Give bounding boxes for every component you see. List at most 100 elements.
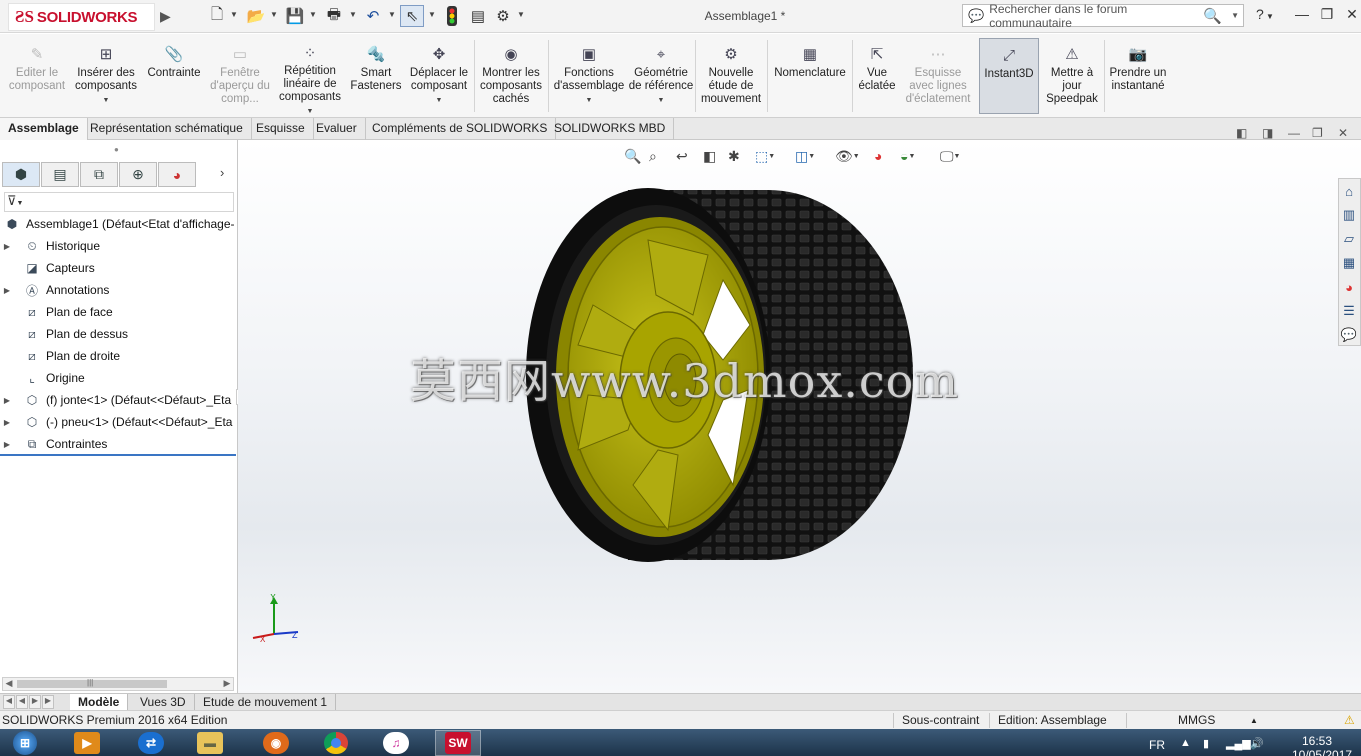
viewport-restore-icon[interactable]: ❐ xyxy=(1312,126,1323,140)
last-tab-icon[interactable]: ▶ xyxy=(42,695,54,709)
clock[interactable]: 16:53 10/05/2017 xyxy=(1292,734,1352,756)
tree-item-front-plane[interactable]: ⧄ Plan de face xyxy=(0,301,238,323)
exploded-view-button[interactable]: ⇱ Vue éclatée xyxy=(854,34,900,118)
tree-item-sensors[interactable]: ◪ Capteurs xyxy=(0,257,238,279)
expand-icon[interactable]: ▶ xyxy=(0,286,14,295)
home-icon[interactable]: ⌂ xyxy=(1339,181,1359,201)
display-style-icon[interactable]: ◫ ▼ xyxy=(795,146,815,166)
dropdown-arrow-icon[interactable]: ▼ xyxy=(436,94,443,107)
first-tab-icon[interactable]: ◀ xyxy=(3,695,15,709)
undo-icon[interactable]: ↶ xyxy=(362,5,384,27)
view-orientation-icon[interactable]: ⬚ ▼ xyxy=(755,146,775,166)
viewport-close-icon[interactable]: ✕ xyxy=(1338,126,1348,140)
smart-fasteners-button[interactable]: 🔩 Smart Fasteners xyxy=(347,34,405,118)
display-manager-icon[interactable]: ◕ xyxy=(158,162,196,187)
show-hidden-components-button[interactable]: ◉ Montrer les composants cachés xyxy=(476,34,546,118)
mate-button[interactable]: 📎 Contrainte xyxy=(141,34,207,118)
expand-icon[interactable]: ▶ xyxy=(0,418,14,427)
tab-evaluate[interactable]: Evaluer xyxy=(308,118,366,140)
dropdown-arrow-icon[interactable]: ▼ xyxy=(658,94,665,107)
viewport-minimize-icon[interactable]: — xyxy=(1288,126,1300,140)
select-icon[interactable]: ⇖ xyxy=(400,5,424,27)
prev-tab-icon[interactable]: ◀ xyxy=(16,695,28,709)
new-document-icon[interactable]: 🗋 xyxy=(207,5,227,27)
tree-item-history[interactable]: ▶ ⏲ Historique xyxy=(0,235,238,257)
volume-icon[interactable]: 🔊 xyxy=(1250,737,1264,750)
file-explorer-icon[interactable]: ▱ xyxy=(1339,229,1359,249)
undo-dropdown-icon[interactable]: ▼ xyxy=(388,10,396,19)
expand-icon[interactable]: ▶ xyxy=(0,440,14,449)
next-tab-icon[interactable]: ▶ xyxy=(29,695,41,709)
tree-filter[interactable]: ⊽▼ xyxy=(4,192,234,212)
take-snapshot-button[interactable]: 📷 Prendre un instantané xyxy=(1106,34,1170,118)
tab-motion-study[interactable]: Etude de mouvement 1 xyxy=(195,694,337,711)
dropdown-arrow-icon[interactable]: ▼ xyxy=(586,94,593,107)
apply-scene-icon[interactable]: ◒ ▼ xyxy=(900,146,915,166)
tree-item-annotations[interactable]: ▶ Ⓐ Annotations xyxy=(0,279,238,301)
custom-properties-icon[interactable]: ☰ xyxy=(1339,301,1359,321)
tree-item-rim[interactable]: ▶ ⬡ (f) jonte<1> (Défaut<<Défaut>_Eta xyxy=(0,389,238,411)
search-dropdown-icon[interactable]: ▼ xyxy=(1231,11,1243,20)
tree-item-tire[interactable]: ▶ ⬡ (-) pneu<1> (Défaut<<Défaut>_Eta xyxy=(0,411,238,433)
tab-schematic[interactable]: Représentation schématique xyxy=(82,118,252,140)
chrome-icon[interactable] xyxy=(313,730,359,756)
tree-item-right-plane[interactable]: ⧄ Plan de droite xyxy=(0,345,238,367)
file-properties-icon[interactable]: ▤ xyxy=(468,5,488,27)
tab-model[interactable]: Modèle xyxy=(70,694,129,711)
instant3d-button[interactable]: ⤢ Instant3D xyxy=(979,38,1039,114)
tab-mbd[interactable]: SOLIDWORKS MBD xyxy=(546,118,675,140)
tree-item-origin[interactable]: ⌞ Origine xyxy=(0,367,238,389)
rollback-bar[interactable] xyxy=(0,454,236,456)
file-explorer-icon[interactable]: ▬ xyxy=(187,730,233,756)
hide-show-icon[interactable]: 👁 ▼ xyxy=(835,146,860,166)
help-button[interactable]: ? ▼ xyxy=(1252,6,1278,26)
dropdown-arrow-icon[interactable]: ▼ xyxy=(103,94,110,107)
solidworks-logo[interactable]: ƧS SOLIDWORKS xyxy=(8,3,155,31)
open-icon[interactable]: 📂 xyxy=(245,5,267,27)
scroll-right-icon[interactable]: ▶ xyxy=(221,678,233,689)
tab-3d-views[interactable]: Vues 3D xyxy=(132,694,195,711)
save-icon[interactable]: 💾 xyxy=(284,5,306,27)
tree-root[interactable]: ⬢ Assemblage1 (Défaut<Etat d'affichage- xyxy=(0,213,238,235)
dropdown-arrow-icon[interactable]: ▼ xyxy=(307,105,314,118)
teamviewer-icon[interactable]: ⇄ xyxy=(128,730,174,756)
search-box[interactable]: 💬 Rechercher dans le forum communautaire… xyxy=(962,2,1244,30)
update-speedpak-button[interactable]: ⚠ Mettre à jour Speedpak xyxy=(1042,34,1102,118)
new-dropdown-icon[interactable]: ▼ xyxy=(230,10,238,19)
tile-left-icon[interactable]: ◧ xyxy=(1236,126,1247,140)
select-dropdown-icon[interactable]: ▼ xyxy=(428,10,436,19)
chevron-right-icon[interactable]: › xyxy=(220,165,224,180)
minimize-icon[interactable]: — xyxy=(1289,6,1315,26)
section-view-icon[interactable]: ◧ xyxy=(703,146,716,166)
zoom-area-icon[interactable]: ⌕ xyxy=(649,146,657,166)
graphics-area[interactable]: 🔍 ⌕ ↩ ◧ ✱ ⬚ ▼ ◫ ▼ 👁 ▼ ◕ ◒ ▼ 🖵 ▼ 莫西网www.3… xyxy=(238,140,1361,693)
status-info-icon[interactable]: ⚠ xyxy=(1344,713,1355,727)
zoom-to-fit-icon[interactable]: 🔍 xyxy=(624,146,641,166)
edit-appearance-icon[interactable]: ◕ xyxy=(874,146,882,166)
tile-right-icon[interactable]: ◨ xyxy=(1262,126,1273,140)
menu-expand-icon[interactable]: ▶ xyxy=(160,8,172,24)
solidworks-icon[interactable]: SW xyxy=(435,730,481,756)
bom-button[interactable]: ▦ Nomenclature xyxy=(769,34,851,118)
configuration-manager-icon[interactable]: ⧉ xyxy=(80,162,118,187)
battery-icon[interactable]: ▮ xyxy=(1203,737,1209,750)
horizontal-scrollbar[interactable]: ◀ ||| ▶ xyxy=(2,677,234,691)
tab-assembly[interactable]: Assemblage xyxy=(0,118,88,140)
move-component-button[interactable]: ✥ Déplacer le composant ▼ xyxy=(405,34,473,118)
keyboard-language[interactable]: FR xyxy=(1149,738,1165,752)
dynamic-annotation-icon[interactable]: ✱ xyxy=(728,146,740,166)
tree-item-top-plane[interactable]: ⧄ Plan de dessus xyxy=(0,323,238,345)
reference-geometry-button[interactable]: ⌖ Géométrie de référence ▼ xyxy=(628,34,694,118)
expand-icon[interactable]: ▶ xyxy=(0,242,14,251)
edit-component-button[interactable]: ✎ Editer le composant xyxy=(2,34,72,118)
start-icon[interactable]: ⊞ xyxy=(2,730,48,756)
tab-addins[interactable]: Compléments de SOLIDWORKS xyxy=(364,118,557,140)
show-hidden-tray-icon[interactable]: ▲ xyxy=(1180,737,1191,749)
options-icon[interactable]: ⚙ xyxy=(493,5,513,27)
print-icon[interactable]: 🖶 xyxy=(323,5,345,27)
open-dropdown-icon[interactable]: ▼ xyxy=(270,10,278,19)
tree-item-mates[interactable]: ▶ ⧉ Contraintes xyxy=(0,433,238,455)
linear-pattern-button[interactable]: ⁘ Répétition linéaire de composants ▼ xyxy=(273,34,347,118)
explode-line-sketch-button[interactable]: ⋯ Esquisse avec lignes d'éclatement xyxy=(902,34,974,118)
property-manager-icon[interactable]: ▤ xyxy=(41,162,79,187)
